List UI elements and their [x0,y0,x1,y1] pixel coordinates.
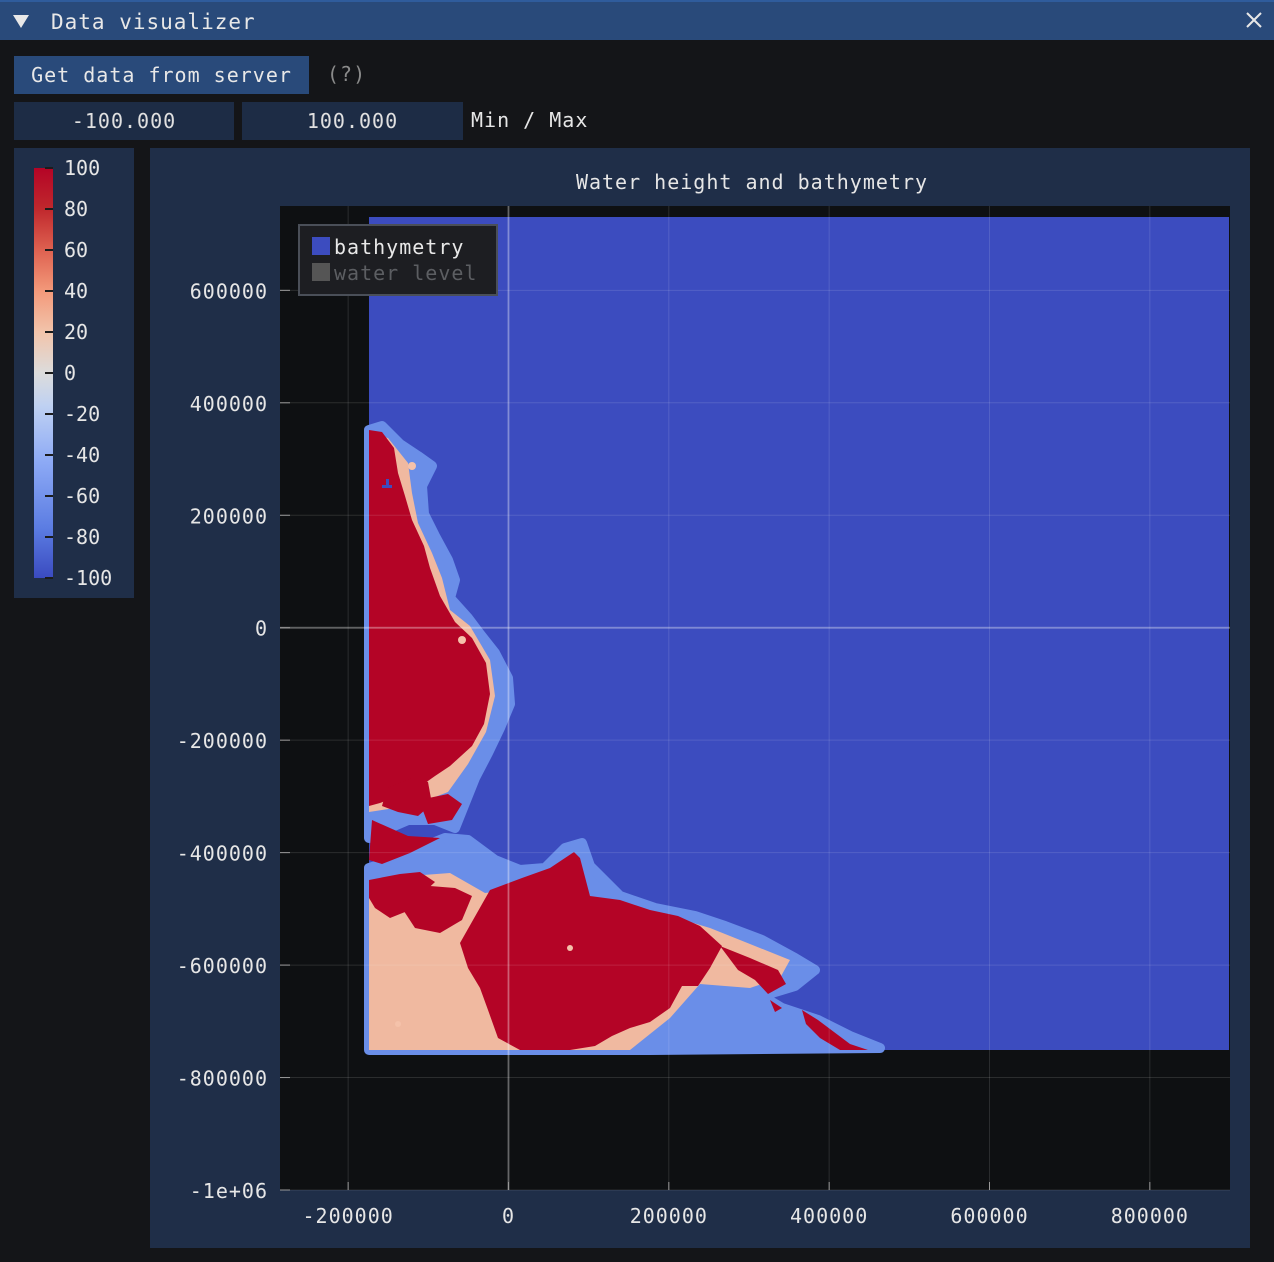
window-titlebar[interactable]: Data visualizer [0,0,1274,40]
x-tick-label: 800000 [1111,1204,1189,1228]
colormap-tick-label: 0 [64,361,76,385]
legend-swatch-bathymetry[interactable] [312,237,330,255]
close-icon[interactable] [1242,8,1266,32]
max-input[interactable]: 100.000 [242,102,463,140]
plot-title: Water height and bathymetry [576,170,928,194]
y-tick-label: 0 [255,617,268,641]
min-input[interactable]: -100.000 [14,102,234,140]
x-tick-label: 600000 [950,1204,1028,1228]
y-tick-label: 400000 [190,392,268,416]
colormap-tick-label: 80 [64,197,88,221]
y-tick-label: -600000 [177,954,268,978]
legend-label-bathymetry[interactable]: bathymetry [334,235,464,259]
x-tick-label: 400000 [790,1204,868,1228]
help-marker[interactable]: (?) [327,62,366,86]
colormap-tick-label: -20 [64,402,100,426]
y-tick-label: -400000 [177,842,268,866]
colormap-tick-label: 60 [64,238,88,262]
x-tick-label: 0 [502,1204,515,1228]
y-tick-label: 600000 [190,279,268,303]
inland-water [382,485,392,488]
triangle-down-icon[interactable] [10,10,32,32]
colormap-tick-label: -40 [64,443,100,467]
x-tick-label: 200000 [630,1204,708,1228]
colormap-tick-label: -100 [64,566,112,590]
plot-svg[interactable]: Water height and bathymetry -200000 0 20… [150,148,1250,1248]
y-tick-label: 200000 [190,504,268,528]
plot-panel: Water height and bathymetry -200000 0 20… [150,148,1250,1248]
colormap-tick-label: -80 [64,525,100,549]
plot-legend[interactable]: bathymetry water level [298,224,498,296]
colormap-scale: 100 80 60 40 20 0 -20 -40 -60 -80 -100 [14,148,134,598]
get-data-button[interactable]: Get data from server [14,56,309,94]
colormap-tick-label: -60 [64,484,100,508]
heatmap [364,217,1229,1055]
colormap-scale-svg: 100 80 60 40 20 0 -20 -40 -60 -80 -100 [34,156,112,590]
colormap-tick-label: 40 [64,279,88,303]
min-max-label: Min / Max [471,108,589,132]
colormap-tick-label: 20 [64,320,88,344]
window-title: Data visualizer [51,10,256,34]
colormap-tick-label: 100 [64,156,100,180]
x-tick-label: -200000 [302,1204,393,1228]
inland-water [386,479,389,485]
legend-swatch-water-level[interactable] [312,263,330,281]
y-tick-label: -1e+06 [190,1179,268,1203]
y-tick-label: -200000 [177,729,268,753]
legend-label-water-level[interactable]: water level [334,261,477,285]
y-tick-label: -800000 [177,1067,268,1091]
